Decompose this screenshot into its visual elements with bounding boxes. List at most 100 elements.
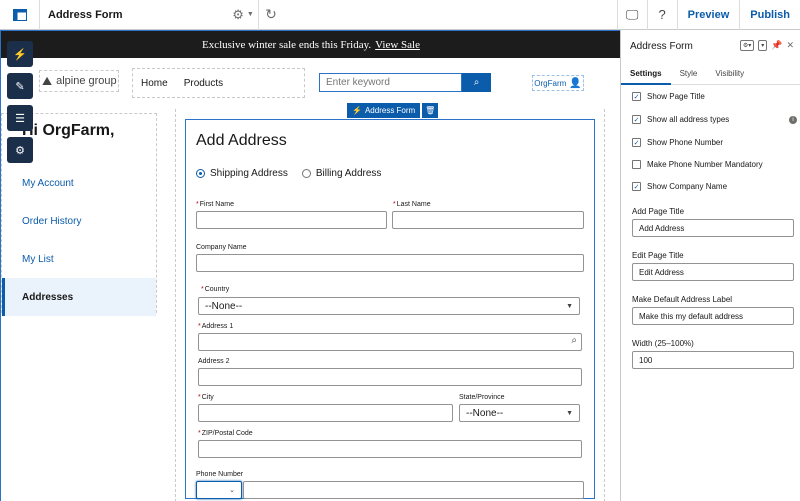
tab-settings[interactable]: Settings xyxy=(621,65,671,85)
country-value: --None-- xyxy=(205,300,243,312)
component-name: Address Form xyxy=(364,106,416,115)
page-selector[interactable]: Address Form xyxy=(40,0,228,30)
component-select-button[interactable]: ⚡ Address Form xyxy=(347,103,421,118)
billing-label: Billing Address xyxy=(315,168,382,179)
state-select[interactable]: --None-- ▼ xyxy=(459,404,580,422)
variant-button[interactable]: ⚙▾ xyxy=(739,40,755,51)
publish-button[interactable]: Publish xyxy=(739,0,800,30)
sidebar-item-addresses[interactable]: Addresses xyxy=(2,278,156,316)
zip-input[interactable] xyxy=(198,440,582,458)
components-button[interactable]: ⚡ xyxy=(7,41,33,67)
panel-tabs: Settings Style Visibility xyxy=(621,65,800,85)
address1-label: *Address 1 xyxy=(198,323,234,330)
checkmark-icon: ✓ xyxy=(632,115,641,124)
add-title-label: Add Page Title xyxy=(632,207,685,216)
search-bar: ⌕ xyxy=(319,73,491,92)
panel-title: Address Form xyxy=(630,41,693,52)
search-icon: ⌕ xyxy=(473,77,480,88)
checkbox-label: Show Phone Number xyxy=(647,138,724,147)
address2-input[interactable] xyxy=(198,368,582,386)
delete-component-button[interactable]: 🗑 xyxy=(422,103,439,118)
nav-item-home[interactable]: Home xyxy=(141,78,168,89)
preview-button[interactable]: Preview xyxy=(676,0,740,30)
billing-radio[interactable]: Billing Address xyxy=(301,168,382,179)
chevron-down-icon: ▾ xyxy=(761,43,765,49)
lightning-icon: ⚡ xyxy=(13,48,27,61)
address-form: Add Address Shipping Address Billing Add… xyxy=(185,119,595,499)
address-type-group: Shipping Address Billing Address xyxy=(196,168,381,179)
promo-banner: Exclusive winter sale ends this Friday. … xyxy=(1,31,620,58)
settings-button[interactable]: ⚙ xyxy=(7,137,33,163)
checkbox-label: Show all address types xyxy=(647,115,730,124)
company-label: Company Name xyxy=(196,244,247,251)
sidebar-item-my-account[interactable]: My Account xyxy=(2,164,156,202)
structure-button[interactable]: ☰ xyxy=(7,105,33,131)
tab-style[interactable]: Style xyxy=(671,65,707,85)
layout-toggle-button[interactable] xyxy=(0,0,40,30)
phone-input[interactable] xyxy=(243,481,584,499)
main-nav: Home Products xyxy=(132,68,305,98)
show-page-title-checkbox[interactable]: ✓ Show Page Title xyxy=(632,92,797,101)
checkmark-icon: ✓ xyxy=(632,182,641,191)
last-name-input[interactable] xyxy=(392,211,584,229)
trash-icon: 🗑 xyxy=(425,106,436,115)
sidebar-item-order-history[interactable]: Order History xyxy=(2,202,156,240)
show-phone-checkbox[interactable]: ✓ Show Phone Number xyxy=(632,138,797,147)
search-button[interactable]: ⌕ xyxy=(462,73,491,92)
shipping-radio[interactable]: Shipping Address xyxy=(196,168,288,179)
nav-item-products[interactable]: Products xyxy=(184,78,223,89)
site-header: ⛰ alpine group Home Products ⌕ OrgFarm 👤 xyxy=(1,58,620,106)
logo[interactable]: ⛰ alpine group xyxy=(39,70,119,92)
variant-icon: ⚙▾ xyxy=(742,43,752,49)
country-select[interactable]: --None-- ▼ xyxy=(198,297,580,315)
checkmark-icon: ✓ xyxy=(632,92,641,101)
component-label: ⚡ Address Form 🗑 xyxy=(347,103,439,118)
gear-icon: ⚙ xyxy=(15,144,25,157)
country-code-select[interactable]: ⌄ xyxy=(196,481,242,499)
refresh-icon: ↻ xyxy=(265,6,277,22)
pin-icon[interactable]: 📌 xyxy=(771,40,782,51)
phone-mandatory-checkbox[interactable]: Make Phone Number Mandatory xyxy=(632,160,797,169)
edit-title-input[interactable]: Edit Address xyxy=(632,263,794,281)
page-canvas: Exclusive winter sale ends this Friday. … xyxy=(0,30,620,501)
device-button[interactable]: 🖵 xyxy=(616,0,647,30)
help-button[interactable]: ? xyxy=(646,0,677,30)
show-company-checkbox[interactable]: ✓ Show Company Name xyxy=(632,182,797,191)
address2-label: Address 2 xyxy=(198,358,230,365)
width-input[interactable]: 100 xyxy=(632,351,794,369)
first-name-input[interactable] xyxy=(196,211,387,229)
tab-visibility[interactable]: Visibility xyxy=(706,65,753,85)
page-settings-button[interactable]: ⚙ ▼ xyxy=(228,0,258,30)
company-input[interactable] xyxy=(196,254,584,272)
radio-selected-icon xyxy=(196,169,205,178)
lightning-icon: ⚡ xyxy=(352,106,362,115)
theme-button[interactable]: ✎ xyxy=(7,73,33,99)
checkbox-label: Make Phone Number Mandatory xyxy=(647,160,763,169)
refresh-button[interactable]: ↻ xyxy=(259,0,283,30)
state-value: --None-- xyxy=(466,407,504,419)
close-icon[interactable]: ✕ xyxy=(786,40,794,51)
checkmark-icon: ✓ xyxy=(632,138,641,147)
city-label: *City xyxy=(198,394,214,401)
gear-icon: ⚙ xyxy=(232,6,244,22)
default-label-label: Make Default Address Label xyxy=(632,295,733,304)
default-label-input[interactable]: Make this my default address xyxy=(632,307,794,325)
address1-input[interactable]: ⌕ xyxy=(198,333,582,351)
page-name: Address Form xyxy=(48,8,123,21)
view-sale-link[interactable]: View Sale xyxy=(375,39,420,51)
panel-actions: ⚙▾ ▾ 📌 ✕ xyxy=(739,40,794,51)
edit-title-label: Edit Page Title xyxy=(632,251,684,260)
sidebar-item-my-list[interactable]: My List xyxy=(2,240,156,278)
account-menu[interactable]: OrgFarm 👤 xyxy=(532,75,584,91)
info-icon[interactable]: i xyxy=(789,115,797,124)
city-input[interactable] xyxy=(198,404,453,422)
show-all-types-checkbox[interactable]: ✓ Show all address types i xyxy=(632,115,797,124)
desktop-icon: 🖵 xyxy=(625,6,639,22)
search-icon: ⌕ xyxy=(571,335,577,346)
panel-menu-button[interactable]: ▾ xyxy=(758,40,768,51)
phone-label: Phone Number xyxy=(196,471,244,478)
empty-checkbox-icon xyxy=(632,160,641,169)
chevron-down-icon: ▼ xyxy=(246,11,254,18)
add-title-input[interactable]: Add Address xyxy=(632,219,794,237)
search-input[interactable] xyxy=(319,73,462,92)
